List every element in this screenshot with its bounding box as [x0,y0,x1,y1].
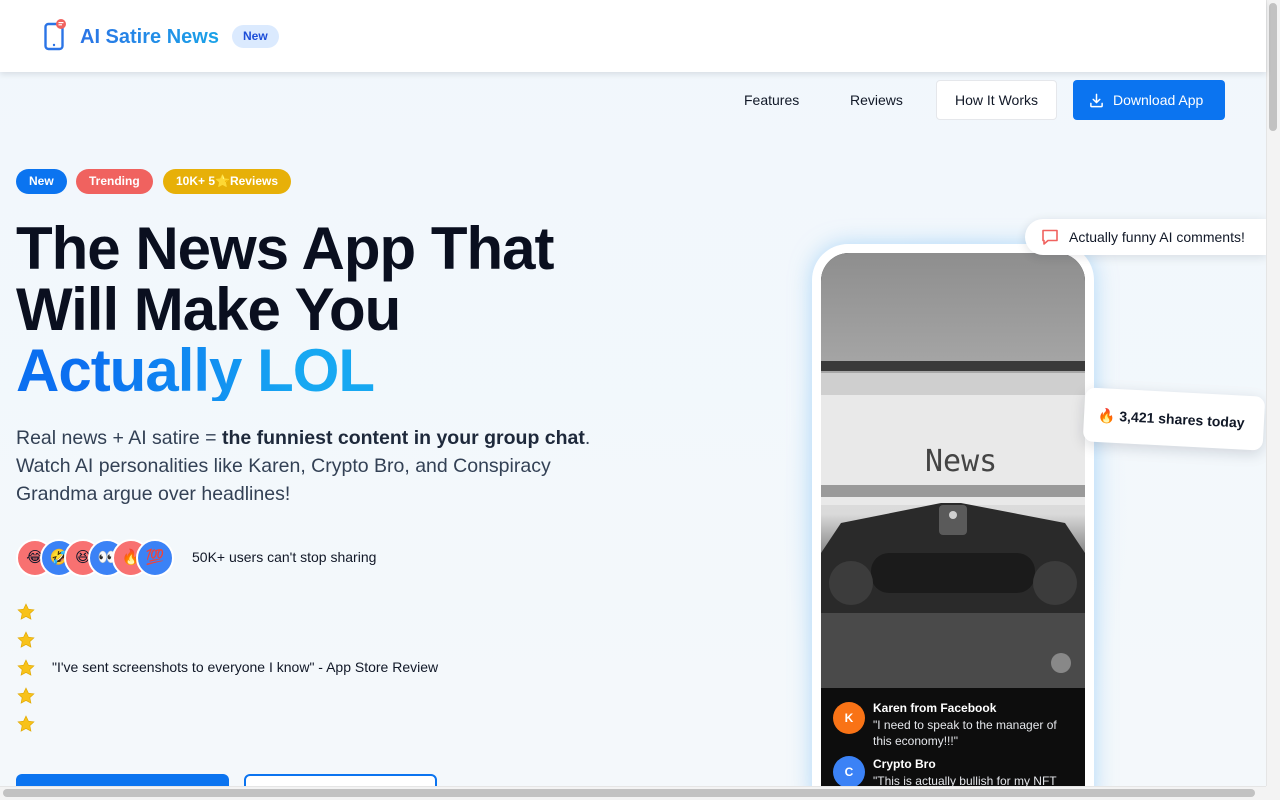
subcopy-bold: the funniest content in your group chat [221,427,585,449]
badge-trending: Trending [76,169,153,194]
badge-reviews: 10K+ 5⭐Reviews [163,169,291,194]
comment-avatar: K [833,702,865,734]
hero-headline: The News App That Will Make You Actually… [16,218,636,401]
headline-accent: Actually LOL [16,337,375,404]
users-count-text: 50K+ users can't stop sharing [192,549,377,565]
typewriter-illustration: News [821,361,1085,688]
star-icon [17,631,35,648]
ai-comments-panel: K Karen from Facebook "I need to speak t… [821,688,1085,800]
floating-shares-text: 🔥 3,421 shares today [1097,407,1245,431]
headline-line-2: Will Make You [16,276,401,343]
comment-author: Karen from Facebook [873,701,997,715]
vertical-scroll-thumb[interactable] [1269,3,1277,131]
phone-screen: News K Karen from Facebook "I need to sp… [821,253,1085,800]
comment-text: "I need to speak to the manager of this … [873,718,1057,748]
scrollbar-corner [1266,786,1280,800]
avatar: 💯 [136,539,174,577]
brand-name[interactable]: AI Satire News [80,25,219,49]
typewriter-news-image: News [821,253,1085,688]
horizontal-scroll-thumb[interactable] [3,789,1255,797]
star-icon [17,715,35,732]
review-quote: "I've sent screenshots to everyone I kno… [52,659,439,675]
download-app-button[interactable]: Download App [1073,80,1225,120]
brand-new-badge: New [232,25,279,48]
user-avatars: 😂 🤣 😆 👀 🔥 💯 [16,539,196,577]
comment-avatar: C [833,756,865,788]
floating-shares-card: 🔥 3,421 shares today [1082,387,1266,451]
subcopy-start: Real news + AI satire = [16,427,222,449]
star-icon [17,687,35,704]
top-header: AI Satire News New [0,0,1266,72]
download-app-label: Download App [1113,92,1204,108]
nav-how-it-works[interactable]: How It Works [936,80,1057,120]
headline-line-1: The News App That [16,215,554,282]
star-icon [17,603,35,620]
hero-subcopy: Real news + AI satire = the funniest con… [16,424,606,508]
chat-bubble-icon [1042,229,1058,245]
badge-new: New [16,169,67,194]
nav-features[interactable]: Features [744,80,799,120]
floating-comments-text: Actually funny AI comments! [1069,229,1245,245]
download-icon [1090,93,1103,108]
nav-reviews[interactable]: Reviews [850,80,903,120]
photo-news-text: News [925,444,997,479]
star-icon [17,659,35,676]
comment-author: Crypto Bro [873,757,936,771]
phone-logo-icon [44,19,66,51]
floating-comments-card: Actually funny AI comments! [1025,219,1267,255]
